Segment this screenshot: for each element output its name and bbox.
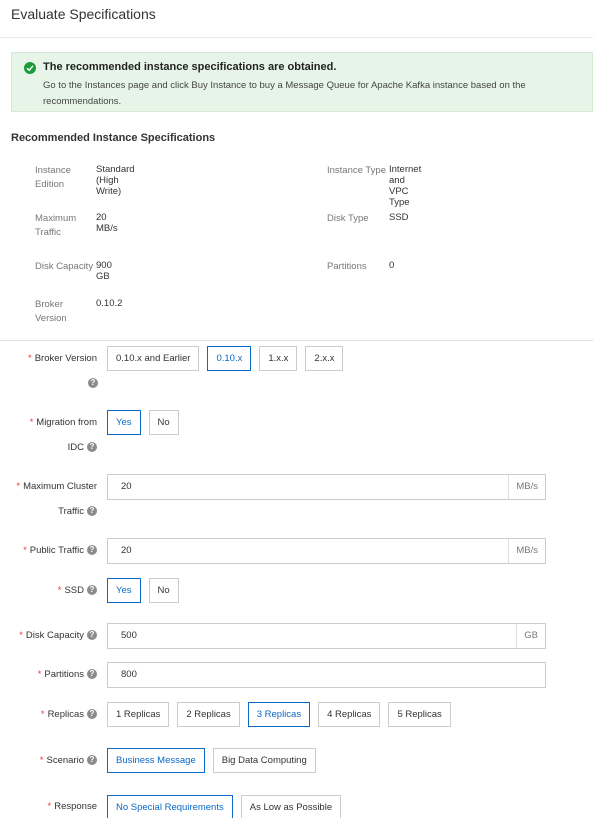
ssd-yes-button[interactable]: Yes xyxy=(107,578,141,603)
alert-heading: The recommended instance specifications … xyxy=(43,61,337,73)
response-field-label: * Response xyxy=(47,801,97,812)
migration-field-label-2: IDC? xyxy=(68,441,97,455)
disk-capacity-input[interactable]: 500 GB xyxy=(107,623,546,649)
response-no-special-requirements[interactable]: No Special Requirements xyxy=(107,795,233,818)
replicas-field-label: * Replicas? xyxy=(41,708,97,722)
disk-type-value: SSD xyxy=(389,212,409,223)
question-circle-icon[interactable]: ? xyxy=(87,545,97,556)
check-circle-icon xyxy=(24,62,36,74)
broker-option-0-10-x[interactable]: 0.10.x xyxy=(207,346,252,371)
public-traffic-input[interactable]: 20 MB/s xyxy=(107,538,546,564)
migration-field-label: * Migration from xyxy=(29,417,97,428)
migration-no-button[interactable]: No xyxy=(148,410,179,435)
alert-body: Go to the Instances page and click Buy I… xyxy=(43,80,526,107)
scenario-business-message[interactable]: Business Message xyxy=(107,748,205,773)
question-circle-icon[interactable]: ? xyxy=(87,709,97,720)
replicas-option-4[interactable]: 4 Replicas xyxy=(318,702,381,727)
page-header: Evaluate Specifications xyxy=(0,0,593,38)
broker-version-value: 0.10.2 xyxy=(96,298,123,309)
max-cluster-traffic-input[interactable]: 20 MB/s xyxy=(107,474,546,500)
disk-capacity-label: Disk Capacity xyxy=(35,261,94,272)
question-circle-icon[interactable]: ? xyxy=(87,755,97,766)
partitions-value: 0 xyxy=(389,260,395,271)
replicas-option-2[interactable]: 2 Replicas xyxy=(177,702,240,727)
question-circle-icon[interactable]: ? xyxy=(87,506,97,517)
replicas-option-1[interactable]: 1 Replicas xyxy=(107,702,170,727)
response-as-low-as-possible[interactable]: As Low as Possible xyxy=(240,795,342,818)
page-title: Evaluate Specifications xyxy=(11,6,156,22)
scenario-field-label: * Scenario? xyxy=(40,754,97,768)
broker-option-1-x-x[interactable]: 1.x.x xyxy=(259,346,298,371)
disk-type-label: Disk Type xyxy=(327,213,369,224)
disk-capacity-field-label: * Disk Capacity? xyxy=(19,629,97,643)
replicas-option-3[interactable]: 3 Replicas xyxy=(247,702,311,727)
question-circle-icon[interactable]: ? xyxy=(87,442,97,453)
replicas-option-5[interactable]: 5 Replicas xyxy=(388,702,451,727)
broker-option-0-10-x-earlier[interactable]: 0.10.x and Earlier xyxy=(107,346,200,371)
instance-edition-label: Instance Edition xyxy=(35,165,71,190)
max-cluster-traffic-field-label-2: Traffic? xyxy=(58,505,97,519)
unit-label: GB xyxy=(516,624,545,648)
question-circle-icon[interactable]: ? xyxy=(87,585,97,596)
section-divider xyxy=(0,340,593,341)
question-circle-icon[interactable]: ? xyxy=(88,378,98,388)
disk-capacity-value: 900 GB xyxy=(96,260,112,282)
public-traffic-field-label: * Public Traffic? xyxy=(23,544,97,558)
ssd-field-label: * SSD? xyxy=(58,584,97,598)
unit-label: MB/s xyxy=(508,539,545,563)
max-traffic-value: 20 MB/s xyxy=(96,212,118,234)
partitions-field-label: * Partitions? xyxy=(38,668,97,682)
question-circle-icon[interactable]: ? xyxy=(87,669,97,680)
migration-yes-button[interactable]: Yes xyxy=(107,410,141,435)
instance-type-label: Instance Type xyxy=(327,165,386,176)
scenario-big-data-computing[interactable]: Big Data Computing xyxy=(212,748,316,773)
max-traffic-label: Maximum Traffic xyxy=(35,213,77,238)
broker-option-2-x-x[interactable]: 2.x.x xyxy=(305,346,344,371)
instance-edition-value: Standard (High Write) xyxy=(96,164,135,197)
partitions-input[interactable]: 800 xyxy=(107,662,546,688)
max-cluster-traffic-field-label: * Maximum Cluster xyxy=(16,481,97,492)
unit-label: MB/s xyxy=(508,475,545,499)
question-circle-icon[interactable]: ? xyxy=(87,630,97,641)
recommended-section-title: Recommended Instance Specifications xyxy=(11,132,216,144)
ssd-no-button[interactable]: No xyxy=(148,578,179,603)
instance-type-value: Internet and VPC Type xyxy=(389,164,422,208)
success-alert: The recommended instance specifications … xyxy=(11,52,593,112)
partitions-label: Partitions xyxy=(327,261,367,272)
broker-version-label: Broker Version xyxy=(35,299,67,324)
broker-version-field-label: * Broker Version xyxy=(27,353,97,364)
